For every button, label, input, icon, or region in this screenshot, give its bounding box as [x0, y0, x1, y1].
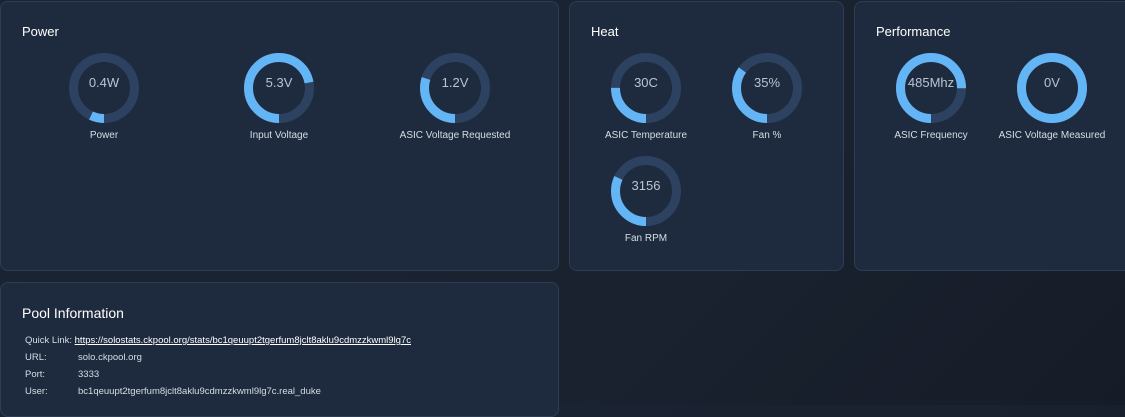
asic-voltage-requested-gauge-label: ASIC Voltage Requested: [399, 130, 511, 141]
asic-voltage-requested-gauge-value: 1.2V: [441, 75, 469, 90]
quick-link[interactable]: https://solostats.ckpool.org/stats/bc1qe…: [75, 335, 411, 346]
asic-voltage-requested-gauge: 1.2V ASIC Voltage Requested: [395, 53, 515, 143]
fan-rpm-gauge: 3156 Fan RPM: [586, 156, 706, 246]
quick-link-key: Quick Link:: [25, 335, 72, 346]
asic-voltage-measured-gauge-label: ASIC Voltage Measured: [998, 130, 1106, 141]
pool-information-title: Pool Information: [22, 305, 124, 321]
port-row: Port: 3333: [25, 369, 99, 380]
performance-card-title: Performance: [876, 24, 951, 39]
input-voltage-gauge: 5.3V Input Voltage: [219, 53, 339, 143]
performance-card: Performance 485Mhz ASIC Frequency 0V ASI…: [854, 1, 1125, 271]
user-key: User:: [25, 386, 48, 397]
power-gauge-label: Power: [89, 130, 119, 141]
fan-percent-gauge-value: 35%: [753, 75, 781, 90]
power-gauge: 0.4W Power: [44, 53, 164, 143]
fan-percent-gauge: 35% Fan %: [707, 53, 827, 143]
url-value: solo.ckpool.org: [78, 352, 142, 363]
quick-link-row: Quick Link: https://solostats.ckpool.org…: [25, 335, 411, 346]
url-row: URL: solo.ckpool.org: [25, 352, 142, 363]
heat-card-title: Heat: [591, 24, 619, 39]
power-card: Power 0.4W Power 5.3V Input Voltage 1.2V…: [0, 1, 559, 271]
port-value: 3333: [78, 369, 100, 380]
input-voltage-gauge-label: Input Voltage: [249, 130, 309, 141]
url-key: URL:: [25, 352, 47, 363]
input-voltage-gauge-value: 5.3V: [265, 75, 293, 90]
power-card-title: Power: [22, 24, 59, 39]
fan-rpm-gauge-value: 3156: [631, 178, 661, 193]
asic-voltage-measured-gauge-value: 0V: [1044, 75, 1060, 90]
heat-card: Heat 30C ASIC Temperature 35% Fan % 3156…: [569, 1, 844, 271]
power-gauge-value: 0.4W: [88, 75, 120, 90]
asic-temperature-gauge-value: 30C: [634, 75, 658, 90]
pool-information-card: Pool Information Quick Link: https://sol…: [0, 282, 559, 417]
user-value: bc1qeuupt2tgerfum8jclt8aklu9cdmzzkwml9lg…: [78, 386, 321, 397]
fan-rpm-gauge-label: Fan RPM: [624, 233, 668, 244]
asic-voltage-measured-gauge: 0V ASIC Voltage Measured: [992, 53, 1112, 143]
port-key: Port:: [25, 369, 46, 380]
fan-percent-gauge-label: Fan %: [752, 130, 782, 141]
asic-frequency-gauge-value: 485Mhz: [907, 75, 955, 90]
user-row: User: bc1qeuupt2tgerfum8jclt8aklu9cdmzzkw…: [25, 386, 321, 397]
